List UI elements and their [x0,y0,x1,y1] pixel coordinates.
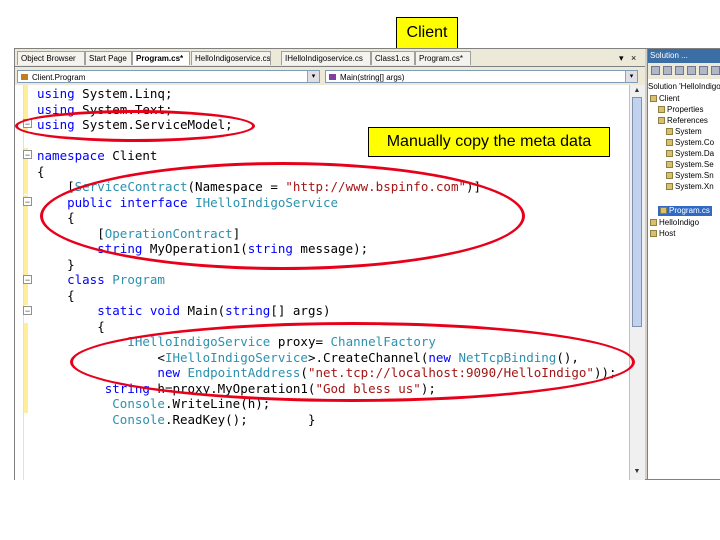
solution-explorer-toolbar [648,63,720,79]
member-combo[interactable]: Main(string[] args) ▾ [325,70,638,83]
fold-toggle[interactable]: − [23,150,32,160]
code-line: using System.Linq; [37,86,173,101]
tree-item-reference[interactable]: System.Sn [666,171,714,181]
code-line: { [37,163,45,179]
method-icon [329,74,336,80]
highlight-ellipse-proxy [70,322,635,402]
code-file-icon [660,207,667,214]
scroll-down-icon[interactable]: ▼ [632,467,642,477]
refresh-icon[interactable] [675,66,684,75]
show-all-files-icon[interactable] [663,66,672,75]
highlight-ellipse-using [15,110,255,142]
chevron-down-icon[interactable]: ▾ [625,71,637,82]
chevron-down-icon[interactable]: ▾ [307,71,319,82]
close-icon[interactable]: × [631,52,636,64]
fold-toggle[interactable]: − [23,197,32,207]
class-combo[interactable]: Client.Program ▾ [17,70,320,83]
code-line: static void Main(string[] args) [97,303,331,318]
view-code-icon[interactable] [687,66,696,75]
fold-toggle[interactable]: − [23,306,32,316]
view-designer-icon[interactable] [699,66,708,75]
reference-icon [666,139,673,146]
reference-icon [666,128,673,135]
code-line: class Program [67,272,165,287]
member-combo-value: Main(string[] args) [340,73,405,82]
project-node-helloindigo[interactable]: HelloIndigo [650,218,699,228]
navigation-bar: Client.Program ▾ Main(string[] args) ▾ [15,67,645,85]
tab-program-cs-active[interactable]: Program.cs* [132,51,190,65]
reference-icon [666,150,673,157]
tree-item-reference[interactable]: System.Se [666,160,714,170]
code-line: { [97,318,105,334]
project-icon [650,95,657,102]
scrollbar-thumb[interactable] [632,97,642,327]
folder-icon [658,106,665,113]
change-marker [24,195,28,305]
project-node-host[interactable]: Host [650,229,675,239]
client-callout: Client [396,17,458,49]
tree-item-properties[interactable]: Properties [658,105,703,115]
tree-item-reference[interactable]: System.Co [666,138,714,148]
tab-start-page[interactable]: Start Page [85,51,132,65]
properties-icon[interactable] [651,66,660,75]
tree-item-references[interactable]: References [658,116,708,126]
tree-item-program-cs[interactable]: Program.cs [658,206,712,216]
solution-node[interactable]: Solution 'HelloIndigo' (3 [648,82,720,92]
tab-hello-indigo-service[interactable]: HelloIndigoservice.cs [191,51,271,65]
highlight-ellipse-contract [40,162,525,270]
class-combo-value: Client.Program [32,73,86,82]
tree-item-reference[interactable]: System.Da [666,149,714,159]
reference-icon [666,172,673,179]
reference-icon [666,161,673,168]
code-line: Console.ReadKey(); [112,411,248,427]
code-line: { [67,287,75,303]
tab-program-cs[interactable]: Program.cs* [415,51,471,65]
code-line: namespace Client [37,148,158,163]
project-node-client[interactable]: Client [650,94,679,104]
class-icon [21,74,28,80]
project-icon [650,219,657,226]
solution-explorer-title: Solution ... [648,49,720,63]
tree-item-reference[interactable]: System [666,127,702,137]
solution-explorer: Solution ... Solution 'HelloIndigo' (3 C… [647,49,720,479]
vertical-scrollbar[interactable]: ▲ ▼ [629,85,645,480]
folder-icon [658,117,665,124]
change-marker [24,323,28,413]
reference-icon [666,183,673,190]
tab-object-browser[interactable]: Object Browser [17,51,85,65]
document-tab-strip: Object Browser Start Page Program.cs* He… [15,49,645,67]
tab-ihello-indigo-service[interactable]: IHelloIndigoservice.cs [281,51,371,65]
class-diagram-icon[interactable] [711,66,720,75]
fold-toggle[interactable]: − [23,275,32,285]
tree-item-reference[interactable]: System.Xn [666,182,714,192]
tab-class1-cs[interactable]: Class1.cs [371,51,415,65]
project-icon [650,230,657,237]
manual-copy-callout: Manually copy the meta data [368,127,610,157]
code-line: } [67,256,75,272]
scroll-up-icon[interactable]: ▲ [632,86,642,96]
tab-list-dropdown-icon[interactable]: ▾ [619,52,624,64]
